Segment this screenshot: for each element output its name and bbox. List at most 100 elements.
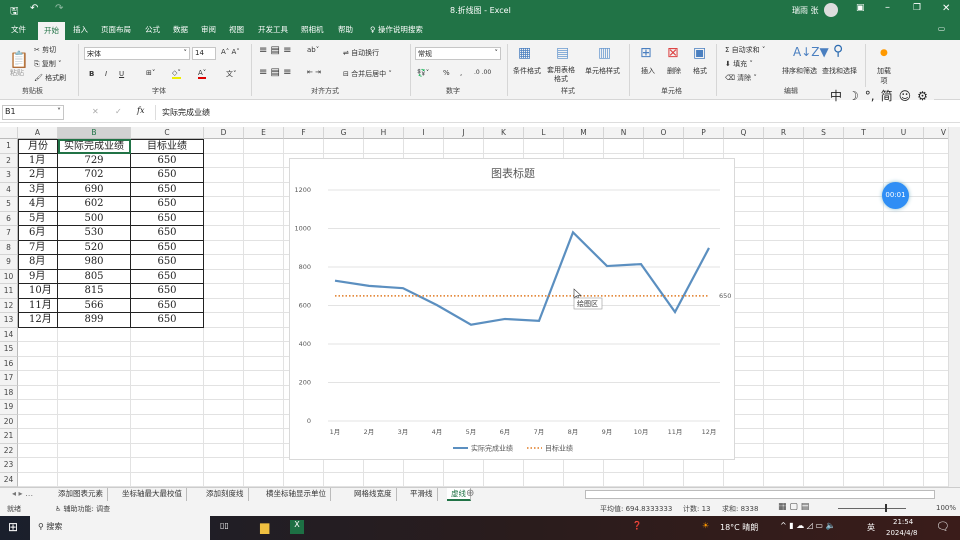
cell[interactable] (764, 414, 804, 429)
cell[interactable] (804, 284, 844, 299)
cell[interactable]: 650 (131, 168, 204, 183)
cell[interactable] (204, 298, 244, 313)
cell[interactable] (844, 443, 884, 458)
cell[interactable] (244, 197, 284, 212)
row-header[interactable]: 9 (0, 255, 18, 270)
cell[interactable] (244, 298, 284, 313)
cell[interactable] (804, 153, 844, 168)
cell[interactable] (244, 139, 284, 154)
cell[interactable]: 12月 (18, 313, 58, 328)
cell[interactable] (284, 472, 324, 487)
cell[interactable]: 9月 (18, 269, 58, 284)
cell[interactable] (844, 429, 884, 444)
cell[interactable] (18, 414, 58, 429)
autosum-button[interactable]: Σ 自动求和 ˅ (725, 45, 765, 55)
cell[interactable] (644, 472, 684, 487)
cell[interactable]: 805 (58, 269, 131, 284)
cell[interactable] (131, 371, 204, 386)
cell[interactable] (244, 400, 284, 415)
cell[interactable] (924, 458, 948, 473)
cell[interactable] (204, 356, 244, 371)
cell[interactable] (204, 429, 244, 444)
cell[interactable] (764, 472, 804, 487)
grow-font-button[interactable]: A˄ A˅ (221, 48, 240, 56)
sheet-tab[interactable]: 添加图表元素 (54, 488, 108, 501)
ime-item[interactable]: ☽ (848, 89, 859, 103)
cell[interactable] (58, 458, 131, 473)
cell[interactable] (131, 429, 204, 444)
cell[interactable] (924, 284, 948, 299)
cell[interactable] (844, 385, 884, 400)
cell[interactable] (764, 385, 804, 400)
tab-6[interactable]: 审阅 (201, 24, 216, 35)
cell[interactable] (844, 414, 884, 429)
cell[interactable]: 5月 (18, 211, 58, 226)
format-cells-icon[interactable]: ▣ (693, 45, 706, 61)
cell[interactable]: 702 (58, 168, 131, 183)
cell[interactable] (924, 400, 948, 415)
vertical-scrollbar[interactable] (948, 127, 960, 487)
cell[interactable] (204, 139, 244, 154)
cell[interactable] (204, 327, 244, 342)
row-header[interactable]: 3 (0, 168, 18, 183)
cell[interactable] (564, 472, 604, 487)
windows-start-icon[interactable]: ⊞ (8, 520, 18, 534)
column-header-I[interactable]: I (404, 127, 444, 139)
cell[interactable] (924, 197, 948, 212)
row-header[interactable]: 11 (0, 284, 18, 299)
cell[interactable]: 650 (131, 313, 204, 328)
cell[interactable] (58, 400, 131, 415)
cell[interactable] (804, 458, 844, 473)
insert-cells-button[interactable]: 插入 (641, 66, 655, 76)
table-format-button[interactable]: 套用表格格式 (546, 66, 576, 84)
cell[interactable] (804, 342, 844, 357)
column-header-D[interactable]: D (204, 127, 244, 139)
cell[interactable] (204, 211, 244, 226)
cell[interactable] (844, 182, 884, 197)
cell[interactable] (324, 139, 364, 154)
cell[interactable] (131, 400, 204, 415)
sort-filter-button[interactable]: 排序和筛选 (782, 66, 817, 76)
cell[interactable]: 目标业绩 (131, 139, 204, 154)
font-color-icon[interactable]: A˅ (198, 69, 207, 79)
cell[interactable] (204, 255, 244, 270)
conditional-format-icon[interactable]: ▦ (518, 45, 531, 61)
cell[interactable] (764, 182, 804, 197)
row-header[interactable]: 6 (0, 211, 18, 226)
cell[interactable] (244, 240, 284, 255)
cell[interactable] (924, 328, 948, 342)
cell[interactable] (564, 139, 604, 154)
column-header-U[interactable]: U (884, 127, 924, 139)
ime-item[interactable]: ⚙ (917, 89, 928, 103)
cell[interactable] (844, 298, 884, 313)
save-icon[interactable]: 🖫 (10, 4, 19, 21)
cell[interactable]: 566 (58, 298, 131, 313)
cell[interactable]: 650 (131, 240, 204, 255)
cell[interactable]: 980 (58, 255, 131, 270)
column-header-V[interactable]: V (924, 127, 948, 139)
cell[interactable] (804, 313, 844, 328)
cell[interactable] (244, 356, 284, 371)
find-icon[interactable]: ⚲ (833, 43, 843, 59)
cell[interactable] (924, 386, 948, 400)
delete-cells-icon[interactable]: ⊠ (667, 45, 679, 61)
cell[interactable] (924, 139, 948, 154)
taskbar-search[interactable]: ⚲ 搜索 (30, 516, 210, 540)
cell[interactable] (804, 356, 844, 371)
cell[interactable] (764, 197, 804, 212)
column-header-A[interactable]: A (18, 127, 58, 139)
select-all-corner[interactable] (0, 127, 18, 139)
cell[interactable] (204, 313, 244, 328)
fill-button[interactable]: ⬇ 填充 ˅ (725, 59, 753, 69)
cell[interactable] (18, 371, 58, 386)
cell[interactable] (244, 414, 284, 429)
cell[interactable] (804, 385, 844, 400)
cell[interactable] (18, 342, 58, 357)
cell[interactable]: 4月 (18, 197, 58, 212)
cell[interactable] (924, 429, 948, 444)
cell[interactable] (844, 313, 884, 328)
cell[interactable] (844, 327, 884, 342)
column-header-G[interactable]: G (324, 127, 364, 139)
cell[interactable] (924, 473, 948, 487)
cell[interactable] (58, 414, 131, 429)
